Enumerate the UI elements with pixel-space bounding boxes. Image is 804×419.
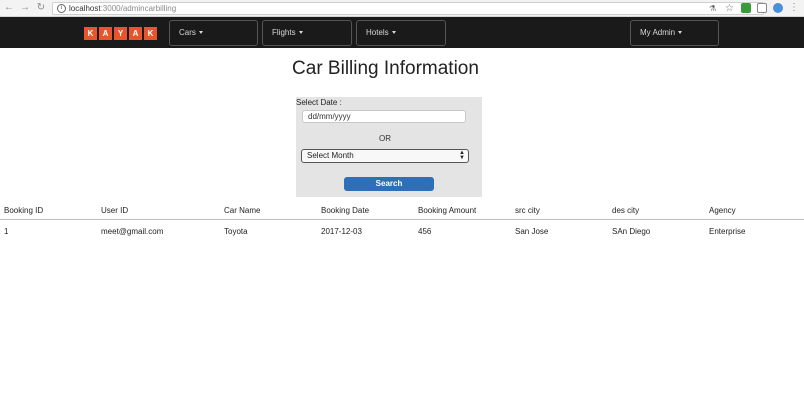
table-cell: San Jose xyxy=(515,227,549,236)
url-path: :3000/admincarbilling xyxy=(100,4,177,13)
page-title: Car Billing Information xyxy=(292,58,479,79)
site-info-icon[interactable]: i xyxy=(57,4,66,13)
table-cell: SAn Diego xyxy=(612,227,651,236)
logo-letter: K xyxy=(84,27,97,40)
column-header: Agency xyxy=(709,206,736,215)
column-header: User ID xyxy=(101,206,129,215)
nav-flights-label: Flights xyxy=(272,28,296,37)
billing-filter-form: Select Date : dd/mm/yyyy OR Select Month… xyxy=(296,97,482,197)
top-navbar: K A Y A K Cars Flights Hotels My Admin xyxy=(0,17,804,48)
extension-doc-icon[interactable] xyxy=(757,3,767,13)
nav-hotels-label: Hotels xyxy=(366,28,389,37)
extension-green-icon[interactable] xyxy=(741,3,751,13)
table-cell: 1 xyxy=(4,227,9,236)
caret-down-icon xyxy=(678,31,683,35)
browser-toolbar: ← → ↻ i localhost:3000/admincarbilling ⚗… xyxy=(0,0,804,17)
browser-menu-icon[interactable]: ⋮ xyxy=(789,3,799,13)
nav-cars-label: Cars xyxy=(179,28,196,37)
nav-flights-dropdown[interactable]: Flights xyxy=(262,20,352,46)
bookmark-star-icon[interactable]: ☆ xyxy=(725,3,734,14)
nav-my-admin-label: My Admin xyxy=(640,28,676,37)
extension-blue-icon[interactable] xyxy=(773,3,783,13)
table-cell: 2017-12-03 xyxy=(321,227,362,236)
column-header: Booking Amount xyxy=(418,206,477,215)
or-divider-text: OR xyxy=(379,134,391,143)
address-bar[interactable]: i localhost:3000/admincarbilling ⚗ ☆ xyxy=(52,2,764,15)
forward-arrow-icon[interactable]: → xyxy=(20,3,30,13)
select-date-label: Select Date : xyxy=(296,98,342,107)
caret-down-icon xyxy=(391,31,396,35)
column-header: Car Name xyxy=(224,206,261,215)
column-header: des city xyxy=(612,206,640,215)
table-cell: meet@gmail.com xyxy=(101,227,164,236)
table-cell: 456 xyxy=(418,227,432,236)
reload-icon[interactable]: ↻ xyxy=(36,3,46,13)
kayak-logo[interactable]: K A Y A K xyxy=(84,27,157,40)
month-select[interactable]: Select Month ▲ ▼ xyxy=(301,149,469,163)
table-row: 1 meet@gmail.com Toyota 2017-12-03 456 S… xyxy=(0,224,804,240)
month-select-value: Select Month xyxy=(307,151,354,160)
key-icon[interactable]: ⚗ xyxy=(709,4,716,13)
back-arrow-icon[interactable]: ← xyxy=(4,3,14,13)
nav-hotels-dropdown[interactable]: Hotels xyxy=(356,20,446,46)
logo-letter: Y xyxy=(114,27,127,40)
search-button[interactable]: Search xyxy=(344,177,434,191)
table-header-row: Booking ID User ID Car Name Booking Date… xyxy=(0,203,804,220)
column-header: Booking ID xyxy=(4,206,44,215)
date-input[interactable]: dd/mm/yyyy xyxy=(302,110,466,123)
select-arrows-icon: ▲ ▼ xyxy=(459,150,465,161)
url-host: localhost xyxy=(69,4,101,13)
column-header: Booking Date xyxy=(321,206,370,215)
column-header: src city xyxy=(515,206,540,215)
logo-letter: K xyxy=(144,27,157,40)
logo-letter: A xyxy=(129,27,142,40)
table-cell: Toyota xyxy=(224,227,248,236)
caret-down-icon xyxy=(298,31,303,35)
url-text: localhost:3000/admincarbilling xyxy=(69,4,176,14)
logo-letter: A xyxy=(99,27,112,40)
caret-down-icon xyxy=(198,31,203,35)
nav-cars-dropdown[interactable]: Cars xyxy=(169,20,258,46)
table-cell: Enterprise xyxy=(709,227,746,236)
nav-my-admin-dropdown[interactable]: My Admin xyxy=(630,20,719,46)
billing-table: Booking ID User ID Car Name Booking Date… xyxy=(0,203,804,240)
